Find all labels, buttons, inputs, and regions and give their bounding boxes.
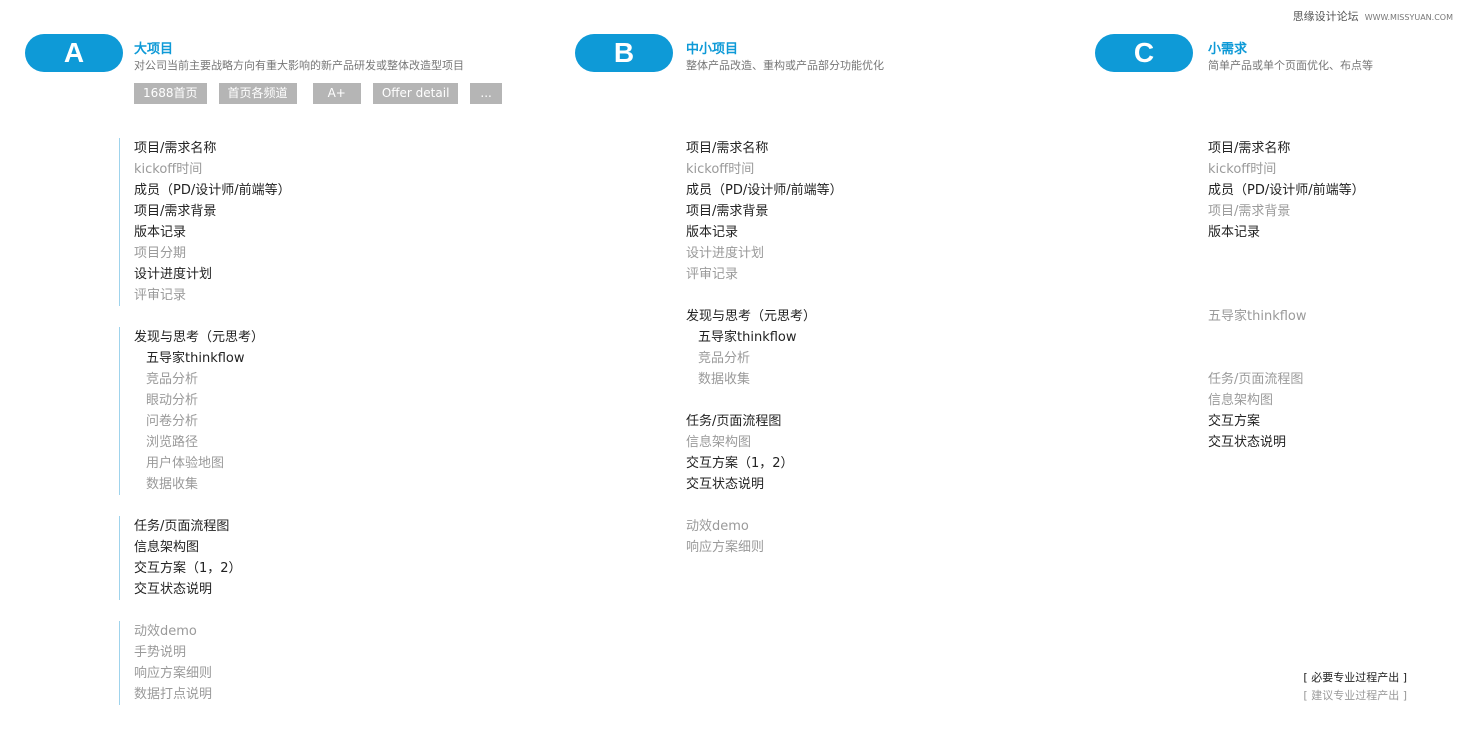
- legend-required: [ 必要专业过程产出 ]: [1303, 671, 1407, 684]
- list-item: kickoff时间: [134, 162, 203, 177]
- list-item: 评审记录: [134, 288, 187, 303]
- list-item: 项目分期: [134, 246, 187, 261]
- list-item: 响应方案细则: [134, 666, 213, 681]
- column-b-subtitle: 整体产品改造、重构或产品部分功能优化: [686, 59, 884, 72]
- column-a-group-extra: 动效demo 手势说明响应方案细则 数据打点说明: [119, 621, 212, 705]
- column-b-badge: B: [575, 34, 673, 72]
- column-c-badge: C: [1095, 34, 1193, 72]
- list-item: 项目/需求背景: [134, 204, 217, 219]
- list-item: 项目/需求名称: [1208, 141, 1291, 156]
- list-item: 竞品分析: [698, 351, 751, 366]
- column-a-tags: 1688首页 首页各频道 A+ Offer detail ...: [134, 83, 514, 104]
- list-item: kickoff时间: [686, 162, 755, 177]
- list-item: 眼动分析: [146, 393, 199, 408]
- column-c-group-interaction: 任务/页面流程图 信息架构图交互方案交互状态说明: [1208, 369, 1303, 453]
- list-item: 任务/页面流程图: [134, 519, 230, 534]
- column-b-group-extra: 动效demo 响应方案细则: [686, 516, 764, 558]
- list-item: 信息架构图: [134, 540, 200, 555]
- list-item: 竞品分析: [146, 372, 199, 387]
- column-a-group-research: 发现与思考（元思考） 五导家thinkflow 竞品分析眼动分析问卷分析浏览路径用户…: [119, 327, 264, 495]
- list-item: 项目/需求背景: [1208, 204, 1291, 219]
- list-item: 发现与思考（元思考）: [686, 309, 817, 324]
- list-item: 交互方案（1，2）: [686, 456, 794, 471]
- column-c-group-research: 五导家thinkflow: [1208, 306, 1307, 327]
- list-item: 项目/需求名称: [686, 141, 769, 156]
- list-item: 项目/需求名称: [134, 141, 217, 156]
- column-a-group-basic: 项目/需求名称 kickoff时间成员（PD/设计师/前端等） 项目/需求背景 版本记…: [119, 138, 291, 306]
- list-item: 五导家thinkflow: [698, 330, 797, 345]
- tag: A+: [312, 83, 361, 104]
- column-c-subtitle: 简单产品或单个页面优化、布点等: [1208, 59, 1373, 72]
- list-item: 评审记录: [686, 267, 739, 282]
- list-item: 五导家thinkflow: [146, 351, 245, 366]
- list-item: 手势说明: [134, 645, 187, 660]
- column-b-group-basic: 项目/需求名称 kickoff时间成员（PD/设计师/前端等） 项目/需求背景 版本记…: [686, 138, 843, 285]
- list-item: kickoff时间: [1208, 162, 1277, 177]
- list-item: 版本记录: [134, 225, 187, 240]
- list-item: 信息架构图: [686, 435, 752, 450]
- list-item: 交互方案: [1208, 414, 1261, 429]
- tag: Offer detail: [372, 83, 459, 104]
- list-item: 数据打点说明: [134, 687, 213, 702]
- list-item: 项目/需求背景: [686, 204, 769, 219]
- tag: ...: [470, 83, 502, 104]
- list-item: 浏览路径: [146, 435, 199, 450]
- list-item: 动效demo: [134, 624, 197, 639]
- list-item: 版本记录: [1208, 225, 1261, 240]
- list-item: 交互方案（1，2）: [134, 561, 242, 576]
- list-item: 交互状态说明: [686, 477, 765, 492]
- tag: 首页各频道: [218, 83, 297, 104]
- list-item: 任务/页面流程图: [686, 414, 782, 429]
- list-item: 五导家thinkflow: [1208, 309, 1307, 324]
- list-item: 响应方案细则: [686, 540, 765, 555]
- list-item: 设计进度计划: [134, 267, 213, 282]
- list-item: 发现与思考（元思考）: [134, 330, 265, 345]
- list-item: 数据收集: [146, 477, 199, 492]
- column-b-group-interaction: 任务/页面流程图 信息架构图交互方案（1，2） 交互状态说明: [686, 411, 794, 495]
- column-b-title: 中小项目: [686, 42, 739, 57]
- list-item: 动效demo: [686, 519, 749, 534]
- list-item: 交互状态说明: [1208, 435, 1287, 450]
- list-item: 成员（PD/设计师/前端等）: [686, 183, 843, 198]
- column-a-subtitle: 对公司当前主要战略方向有重大影响的新产品研发或整体改造型项目: [134, 59, 464, 72]
- legend-suggested: [ 建议专业过程产出 ]: [1303, 689, 1407, 702]
- list-item: 用户体验地图: [146, 456, 225, 471]
- list-item: 成员（PD/设计师/前端等）: [134, 183, 291, 198]
- list-item: 数据收集: [698, 372, 751, 387]
- list-item: 信息架构图: [1208, 393, 1274, 408]
- list-item: 问卷分析: [146, 414, 199, 429]
- column-c-title: 小需求: [1208, 42, 1248, 57]
- watermark: 思缘设计论坛 WWW.MISSYUAN.COM: [1293, 8, 1453, 24]
- column-a-badge: A: [25, 34, 123, 72]
- column-b-group-research: 发现与思考（元思考） 五导家thinkflow 竞品分析数据收集: [686, 306, 816, 390]
- tag: 1688首页: [134, 83, 207, 104]
- watermark-text: 思缘设计论坛: [1292, 10, 1359, 23]
- list-item: 设计进度计划: [686, 246, 765, 261]
- watermark-site: WWW.MISSYUAN.COM: [1364, 13, 1453, 22]
- column-c-group-basic: 项目/需求名称 kickoff时间成员（PD/设计师/前端等） 项目/需求背景 版本记…: [1208, 138, 1365, 243]
- list-item: 交互状态说明: [134, 582, 213, 597]
- column-a-title: 大项目: [134, 42, 174, 57]
- list-item: 任务/页面流程图: [1208, 372, 1304, 387]
- list-item: 成员（PD/设计师/前端等）: [1208, 183, 1365, 198]
- list-item: 版本记录: [686, 225, 739, 240]
- column-a-group-interaction: 任务/页面流程图 信息架构图交互方案（1，2） 交互状态说明: [119, 516, 242, 600]
